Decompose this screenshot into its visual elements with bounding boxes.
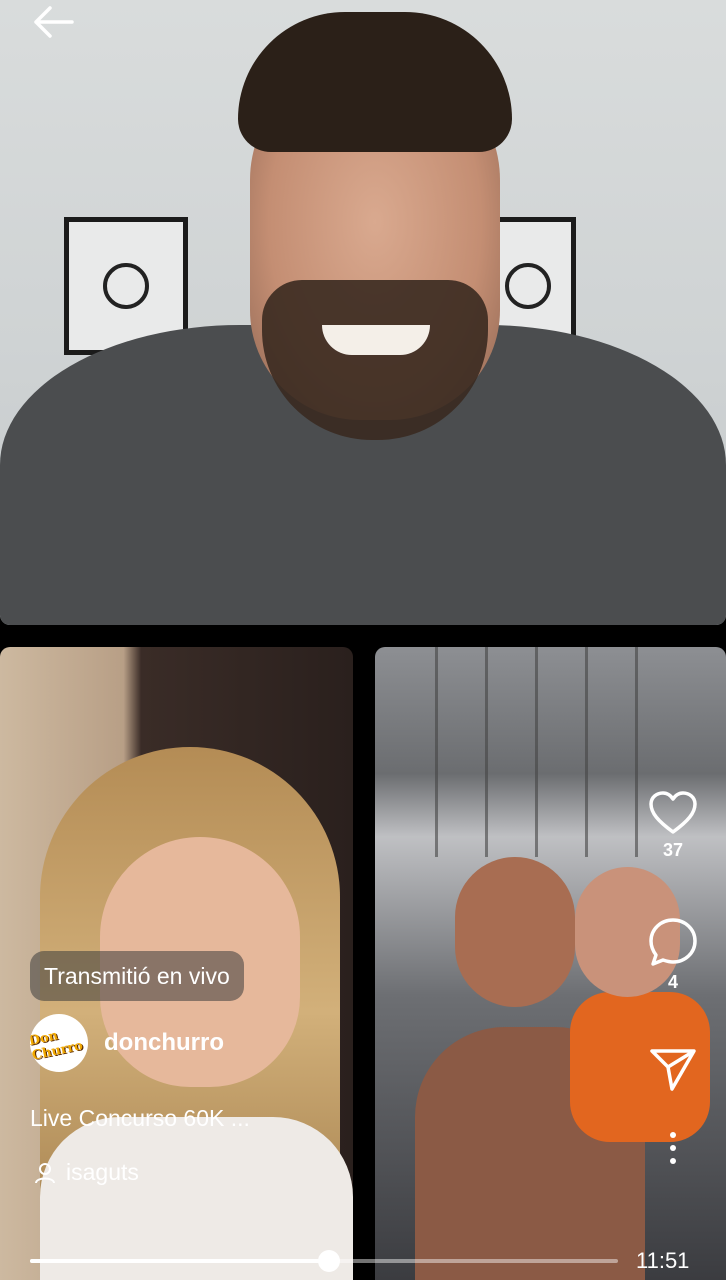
ceiling-bar bbox=[585, 647, 588, 857]
share-action[interactable] bbox=[645, 1046, 701, 1092]
back-button[interactable] bbox=[26, 2, 78, 42]
person-icon bbox=[35, 1162, 55, 1183]
avatar[interactable]: Don Churro bbox=[30, 1014, 88, 1072]
live-status-chip: Transmitió en vivo bbox=[30, 951, 244, 1001]
guest-2-face bbox=[455, 857, 575, 1007]
ceiling-bar bbox=[535, 647, 538, 857]
live-status-label: Transmitió en vivo bbox=[44, 962, 230, 989]
video-pane-host[interactable] bbox=[0, 0, 726, 625]
ceiling-bar bbox=[485, 647, 488, 857]
more-vertical-icon[interactable] bbox=[667, 1130, 679, 1166]
live-title[interactable]: Live Concurso 60K ... bbox=[30, 1105, 250, 1132]
playback-time: 11:51 bbox=[636, 1248, 690, 1273]
comment-count: 4 bbox=[667, 972, 678, 992]
host-smile bbox=[322, 325, 430, 355]
playback-progress-fill bbox=[30, 1259, 329, 1263]
like-action[interactable]: 37 bbox=[645, 790, 701, 861]
guest-username: isaguts bbox=[66, 1159, 139, 1185]
playback-scrubber[interactable] bbox=[30, 1250, 618, 1272]
ceiling-bar bbox=[435, 647, 438, 857]
host-hair bbox=[238, 12, 512, 152]
arrow-left-icon bbox=[34, 6, 74, 38]
more-options-button[interactable] bbox=[645, 1130, 701, 1166]
heart-icon[interactable] bbox=[648, 790, 698, 836]
playback-scrubber-handle[interactable] bbox=[317, 1250, 340, 1272]
username-link[interactable]: donchurro bbox=[104, 1029, 224, 1057]
like-count: 37 bbox=[662, 840, 684, 860]
comment-icon[interactable] bbox=[647, 916, 699, 968]
guest-user-row[interactable]: isaguts bbox=[34, 1159, 139, 1186]
ceiling-bar bbox=[635, 647, 638, 857]
paper-plane-icon[interactable] bbox=[648, 1046, 698, 1092]
profile-row[interactable]: Don Churro donchurro bbox=[30, 1014, 224, 1072]
comment-action[interactable]: 4 bbox=[645, 916, 701, 993]
guest-1-shirt bbox=[40, 1117, 353, 1280]
avatar-logo-text: Don Churro bbox=[30, 1028, 85, 1064]
